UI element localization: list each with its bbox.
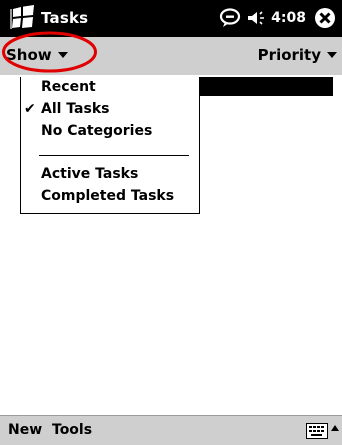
- new-menu-button[interactable]: New: [8, 422, 42, 438]
- menu-item-recent[interactable]: Recent: [21, 77, 199, 99]
- menu-item-label: Completed Tasks: [41, 188, 175, 204]
- keyboard-icon[interactable]: [306, 423, 328, 439]
- menu-item-label: Recent: [41, 79, 96, 95]
- status-area: 4:08: [219, 6, 336, 30]
- priority-sort-button[interactable]: Priority: [258, 46, 337, 64]
- chevron-up-icon[interactable]: [331, 425, 339, 431]
- windows-start-icon[interactable]: [9, 5, 37, 31]
- show-highlight-ellipse: [2, 31, 97, 73]
- menu-item-completed-tasks[interactable]: Completed Tasks: [21, 186, 199, 208]
- menu-item-label: No Categories: [41, 123, 153, 139]
- menu-item-label: All Tasks: [41, 101, 110, 117]
- priority-label: Priority: [257, 46, 321, 64]
- menu-separator: [39, 155, 189, 156]
- clock[interactable]: 4:08: [271, 10, 306, 26]
- menu-item-label: Active Tasks: [41, 166, 139, 182]
- menu-item-active-tasks[interactable]: Active Tasks: [21, 164, 199, 186]
- speaker-icon[interactable]: [247, 9, 267, 27]
- tools-menu-button[interactable]: Tools: [52, 422, 92, 438]
- bottom-menu-bar: New Tools: [0, 415, 342, 445]
- task-list-header: [200, 77, 333, 96]
- checkmark-icon: ✔: [24, 101, 36, 117]
- tasks-screen: Tasks 4:08 Show Priority Recent ✔ All Ta…: [0, 0, 342, 445]
- menu-item-all-tasks[interactable]: ✔ All Tasks: [21, 99, 199, 121]
- menu-item-no-categories[interactable]: No Categories: [21, 121, 199, 143]
- close-icon[interactable]: [314, 7, 336, 29]
- show-dropdown-menu: Recent ✔ All Tasks No Categories Active …: [20, 77, 200, 214]
- chevron-down-icon: [327, 52, 337, 58]
- app-title: Tasks: [41, 9, 89, 27]
- notification-balloon-icon[interactable]: [219, 8, 241, 28]
